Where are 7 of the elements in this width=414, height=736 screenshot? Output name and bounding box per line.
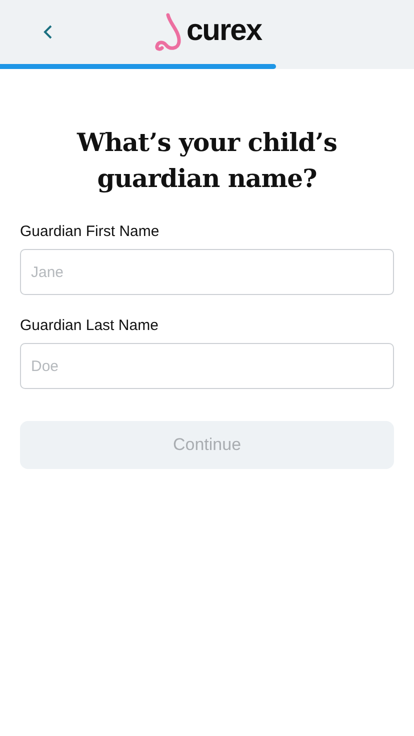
input-field[interactable]: Jane — [20, 249, 394, 295]
logo-text: curex — [186, 16, 262, 46]
logo-icon — [152, 12, 182, 52]
field-label: Guardian Last Name — [20, 317, 160, 334]
input-field[interactable]: Doe — [20, 343, 394, 389]
page-title: What’s your child’s guardian name? — [76, 127, 338, 195]
field-label: Guardian First Name — [20, 223, 160, 240]
